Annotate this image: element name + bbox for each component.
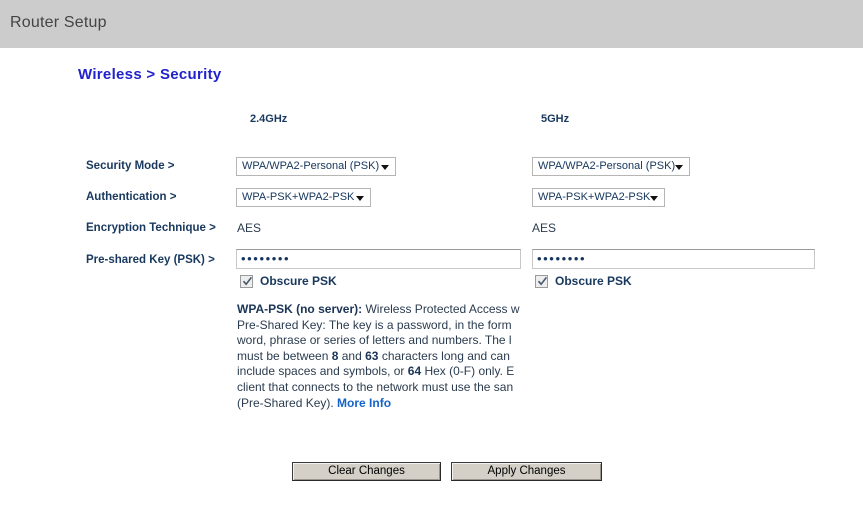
chevron-down-icon bbox=[650, 195, 658, 201]
help-line-3: word, phrase or series of letters and nu… bbox=[237, 333, 512, 348]
help-line-4: must be between 8 and 63 characters long… bbox=[237, 349, 520, 365]
label-security-mode: Security Mode > bbox=[86, 160, 175, 172]
select-authentication-2-4ghz[interactable]: WPA-PSK+WPA2-PSK bbox=[236, 188, 371, 207]
help-line-1: WPA-PSK (no server): Wireless Protected … bbox=[237, 302, 520, 318]
column-header-5ghz: 5GHz bbox=[541, 113, 570, 125]
window-title: Router Setup bbox=[10, 14, 107, 31]
checkbox-obscure-psk-5ghz[interactable] bbox=[535, 274, 548, 288]
help-term: WPA-PSK (no server): bbox=[237, 302, 363, 316]
select-authentication-5ghz[interactable]: WPA-PSK+WPA2-PSK bbox=[532, 188, 665, 207]
chevron-down-icon bbox=[356, 195, 364, 201]
select-authentication-5ghz-value: WPA-PSK+WPA2-PSK bbox=[538, 191, 651, 203]
input-pre-shared-key-5ghz-value: •••••••• bbox=[537, 251, 587, 266]
clear-changes-button[interactable]: Clear Changes bbox=[292, 462, 441, 481]
help-max-length: 63 bbox=[365, 348, 379, 363]
checkbox-obscure-psk-2-4ghz[interactable] bbox=[240, 274, 253, 288]
checkmark-icon bbox=[242, 276, 253, 285]
help-line-7: (Pre-Shared Key). More Info bbox=[237, 396, 520, 412]
more-info-link[interactable]: More Info bbox=[337, 396, 391, 410]
help-description-block: WPA-PSK (no server): Wireless Protected … bbox=[237, 302, 520, 414]
help-line-5-c: Hex (0-F) only. E bbox=[421, 364, 515, 379]
select-security-mode-2-4ghz[interactable]: WPA/WPA2-Personal (PSK) bbox=[236, 157, 396, 176]
value-encryption-technique-2-4ghz: AES bbox=[237, 221, 262, 235]
checkmark-icon bbox=[537, 276, 548, 285]
select-security-mode-5ghz[interactable]: WPA/WPA2-Personal (PSK) bbox=[532, 157, 690, 176]
obscure-psk-row-5ghz[interactable]: Obscure PSK bbox=[535, 274, 632, 288]
chevron-down-icon bbox=[381, 164, 389, 170]
label-encryption-technique: Encryption Technique > bbox=[86, 222, 216, 234]
help-line-4-b: and bbox=[338, 348, 366, 363]
select-authentication-2-4ghz-value: WPA-PSK+WPA2-PSK bbox=[242, 191, 355, 203]
help-line-2: Pre-Shared Key: The key is a password, i… bbox=[237, 317, 512, 332]
input-pre-shared-key-2-4ghz-value: •••••••• bbox=[241, 251, 291, 266]
help-line-1-rest: Wireless Protected Access w bbox=[362, 302, 520, 316]
select-security-mode-5ghz-value: WPA/WPA2-Personal (PSK) bbox=[538, 160, 676, 172]
value-encryption-technique-5ghz: AES bbox=[532, 221, 557, 235]
label-obscure-psk-5ghz: Obscure PSK bbox=[555, 274, 632, 288]
window-title-bar: Router Setup bbox=[0, 0, 863, 48]
apply-changes-button[interactable]: Apply Changes bbox=[451, 462, 602, 481]
chevron-down-icon bbox=[675, 164, 683, 170]
label-obscure-psk-2-4ghz: Obscure PSK bbox=[260, 274, 337, 288]
input-pre-shared-key-2-4ghz[interactable]: •••••••• bbox=[236, 249, 521, 269]
help-line-7-text: (Pre-Shared Key). bbox=[237, 395, 334, 410]
label-authentication: Authentication > bbox=[86, 191, 177, 203]
input-pre-shared-key-5ghz[interactable]: •••••••• bbox=[532, 249, 815, 269]
label-pre-shared-key: Pre-shared Key (PSK) > bbox=[86, 254, 215, 266]
page-title: Wireless > Security bbox=[78, 66, 222, 83]
help-line-5: include spaces and symbols, or 64 Hex (0… bbox=[237, 364, 520, 380]
help-line-4-a: must be between bbox=[237, 348, 332, 363]
help-line-4-c: characters long and can bbox=[378, 348, 510, 363]
help-hex-length: 64 bbox=[407, 364, 422, 379]
help-line-6: client that connects to the network must… bbox=[237, 379, 514, 394]
select-security-mode-2-4ghz-value: WPA/WPA2-Personal (PSK) bbox=[242, 160, 380, 172]
obscure-psk-row-2-4ghz[interactable]: Obscure PSK bbox=[240, 274, 337, 288]
help-line-5-a: include spaces and symbols, or bbox=[237, 364, 408, 379]
column-header-2-4ghz: 2.4GHz bbox=[250, 113, 288, 125]
